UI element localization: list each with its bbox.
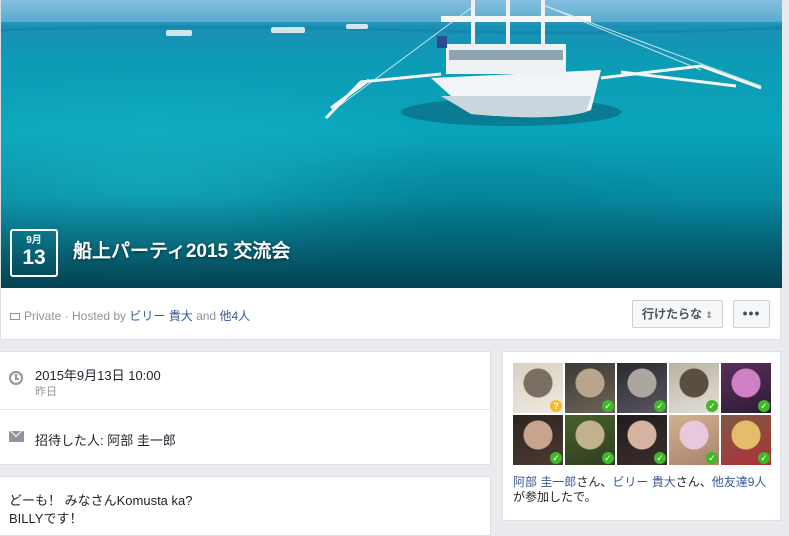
rsvp-dropdown-button[interactable]: 行けたらな ⇕ [632,300,723,328]
more-options-button[interactable]: ••• [733,300,770,328]
event-date-badge: 9月 13 [10,229,58,277]
friend-avatar[interactable]: ? [513,363,563,413]
event-datetime[interactable]: 2015年9月13日 10:00 [35,365,161,384]
chevron-updown-icon: ⇕ [705,310,713,320]
event-time-row: 2015年9月13日 10:00 昨日 [0,352,491,410]
friend-avatar[interactable]: ✓ [565,415,615,465]
host-and: and [196,309,217,323]
friend-avatar[interactable]: ✓ [617,363,667,413]
going-suffix: が参加したで。 [513,490,597,504]
clock-icon [9,371,23,385]
event-invited-row: 招待した人: 阿部 圭一郎 [0,409,491,466]
invited-by-text: 招待した人: 阿部 圭一郎 [35,433,176,448]
check-icon: ✓ [758,452,770,464]
ellipsis-icon: ••• [742,305,761,321]
description-line: BILLYです！ [9,511,83,526]
friend-avatar[interactable]: ✓ [721,363,771,413]
event-header: 9月 13 船上パーティ2015 交流会 Private · Hosted by… [0,0,782,340]
event-details-card: 2015年9月13日 10:00 昨日 招待した人: 阿部 圭一郎 [0,351,491,465]
friend-suffix: さん、 [576,475,613,489]
friends-going-card: ? ✓ ✓ ✓ ✓ ✓ ✓ ✓ ✓ ✓ 阿部 圭一郎さん、ビリー 貴大さん、他友達9人 が参加したで… [502,351,781,521]
check-icon: ✓ [706,452,718,464]
envelope-icon [10,313,20,320]
host-others-link[interactable]: 他4人 [219,309,250,323]
description-line: どーも！ みなさんKomusta ka? [9,493,193,508]
friend-link[interactable]: ビリー 貴大 [612,475,675,489]
check-icon: ✓ [706,400,718,412]
friend-avatar[interactable]: ✓ [669,363,719,413]
friend-avatar[interactable]: ✓ [669,415,719,465]
friend-avatar[interactable]: ✓ [721,415,771,465]
check-icon: ✓ [654,400,666,412]
friend-link[interactable]: 阿部 圭一郎 [513,475,576,489]
friend-suffix: さん、 [675,475,712,489]
host-link[interactable]: ビリー 貴大 [129,309,192,323]
check-icon: ✓ [602,452,614,464]
other-friends-link[interactable]: 他友達9人 [712,475,767,489]
rsvp-label: 行けたらな [642,307,703,321]
friend-avatar[interactable]: ✓ [617,415,667,465]
check-icon: ✓ [602,400,614,412]
mail-icon [9,431,24,442]
event-info-bar: Private · Hosted by ビリー 貴大 and 他4人 行けたらな… [1,288,782,340]
privacy-label: Private · Hosted by [24,309,127,323]
privacy-host-line: Private · Hosted by ビリー 貴大 and 他4人 [10,307,250,324]
friend-avatar[interactable]: ✓ [513,415,563,465]
event-title: 船上パーティ2015 交流会 [73,241,291,262]
friends-going-summary: 阿部 圭一郎さん、ビリー 貴大さん、他友達9人 が参加したで。 [513,475,775,505]
event-description-card: どーも！ みなさんKomusta ka? BILLYです！ [0,476,491,536]
event-relative-date: 昨日 [35,386,57,398]
maybe-icon: ? [550,400,562,412]
check-icon: ✓ [654,452,666,464]
check-icon: ✓ [758,400,770,412]
cover-photo[interactable]: 9月 13 船上パーティ2015 交流会 [1,0,782,288]
event-day: 13 [22,246,46,269]
check-icon: ✓ [550,452,562,464]
friend-avatar[interactable]: ✓ [565,363,615,413]
